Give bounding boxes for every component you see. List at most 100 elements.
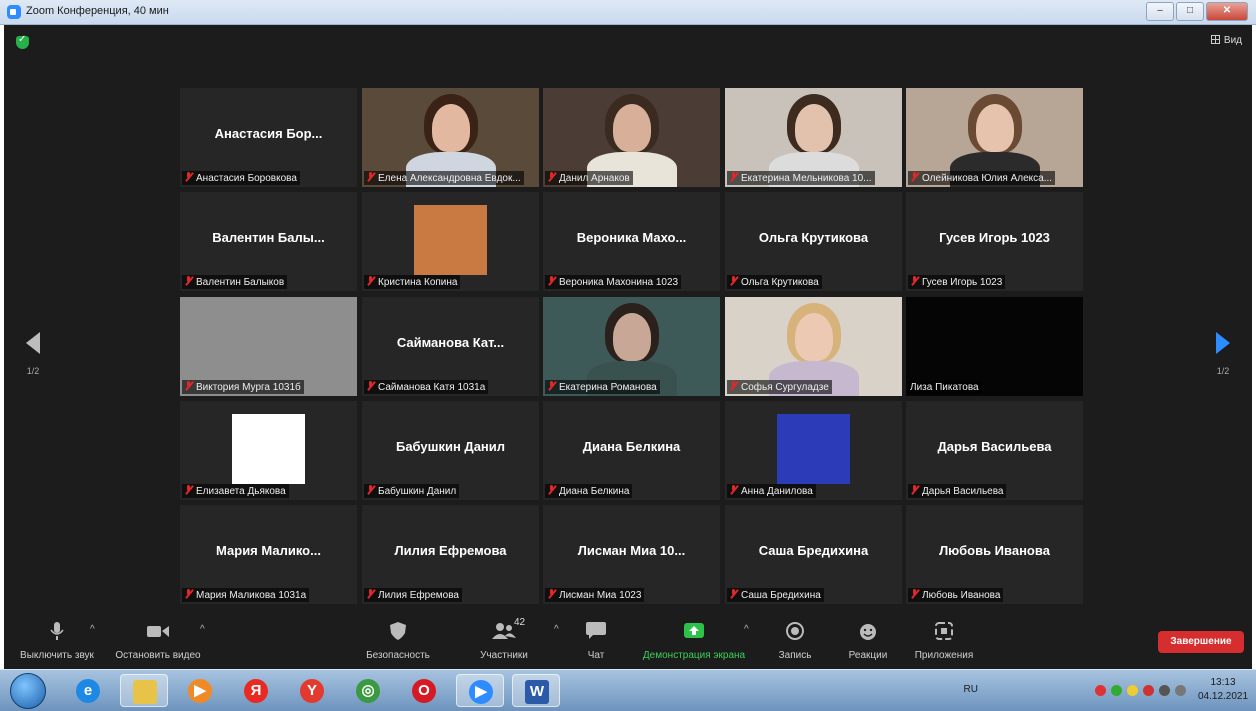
taskbar-app[interactable]: Y: [288, 674, 336, 707]
share-screen-icon: [684, 623, 704, 638]
chrome-icon: ◎: [356, 679, 380, 703]
share-screen-button[interactable]: Демонстрация экрана: [636, 616, 752, 661]
participant-tile[interactable]: Валентин Балы... Валентин Балыков: [180, 192, 357, 291]
participant-tile[interactable]: Лилия Ефремова Лилия Ефремова: [362, 505, 539, 604]
stop-video-button[interactable]: Остановить видео: [110, 616, 206, 661]
participant-display-name: Лилия Ефремова: [394, 543, 507, 558]
participant-tile[interactable]: Виктория Мурга 1031б: [180, 297, 357, 396]
participant-face: [613, 313, 651, 361]
participant-tile[interactable]: Любовь Иванова Любовь Иванова: [906, 505, 1083, 604]
update-tray-icon[interactable]: [1127, 685, 1138, 696]
participant-tile[interactable]: Ольга Крутикова Ольга Крутикова: [725, 192, 902, 291]
participant-tile[interactable]: Диана Белкина Диана Белкина: [543, 401, 720, 500]
participant-tile[interactable]: Саша Бредихина Саша Бредихина: [725, 505, 902, 604]
participant-tile[interactable]: Вероника Махо... Вероника Махонина 1023: [543, 192, 720, 291]
participant-name: Данил Арнаков: [559, 173, 630, 184]
mute-button[interactable]: Выключить звук: [12, 616, 102, 661]
participant-display-name: Сайманова Кат...: [396, 335, 505, 350]
taskbar-app[interactable]: Я: [232, 674, 280, 707]
taskbar-app[interactable]: O: [400, 674, 448, 707]
participant-display-name: Дарья Васильева: [937, 439, 1052, 454]
participant-tile[interactable]: Лисман Миа 10... Лисман Миа 1023: [543, 505, 720, 604]
participant-tile[interactable]: Елизавета Дьякова: [180, 401, 357, 500]
participant-tile[interactable]: Данил Арнаков: [543, 88, 720, 187]
reactions-button[interactable]: Реакции: [842, 616, 894, 661]
muted-mic-icon: [184, 589, 193, 599]
participant-tile[interactable]: Анна Данилова: [725, 401, 902, 500]
encryption-shield-icon[interactable]: [16, 34, 29, 49]
participant-name: Екатерина Мельникова 10...: [741, 173, 872, 184]
participant-tile[interactable]: Бабушкин Данил Бабушкин Данил: [362, 401, 539, 500]
participant-tile[interactable]: Мария Малико... Мария Маликова 1031а: [180, 505, 357, 604]
muted-mic-icon: [547, 172, 556, 182]
apps-label: Приложения: [914, 650, 974, 661]
muted-mic-icon: [910, 589, 919, 599]
stop-video-label: Остановить видео: [115, 650, 201, 661]
video-options-caret[interactable]: ^: [200, 624, 205, 635]
participant-name: Софья Сургуладзе: [741, 382, 829, 393]
prev-page-button[interactable]: 1/2: [18, 332, 48, 376]
battery-tray-icon[interactable]: [1159, 685, 1170, 696]
muted-mic-icon: [729, 172, 738, 182]
muted-mic-icon: [184, 381, 193, 391]
start-button[interactable]: [10, 673, 46, 709]
security-tray-icon[interactable]: [1111, 685, 1122, 696]
maximize-button[interactable]: □: [1176, 2, 1204, 21]
participant-face: [976, 104, 1014, 152]
participant-name-label: Валентин Балыков: [182, 275, 288, 289]
participant-name-label: Вероника Махонина 1023: [545, 275, 682, 289]
taskbar-app[interactable]: e: [64, 674, 112, 707]
taskbar-app[interactable]: [120, 674, 168, 707]
participant-name-label: Мария Маликова 1031а: [182, 588, 310, 602]
participant-tile[interactable]: Сайманова Кат... Сайманова Катя 1031а: [362, 297, 539, 396]
participant-name: Олейникова Юлия Алекса...: [922, 173, 1053, 184]
taskbar-app[interactable]: W: [512, 674, 560, 707]
view-button[interactable]: Вид: [1210, 35, 1242, 46]
audio-options-caret[interactable]: ^: [90, 624, 95, 635]
end-meeting-button[interactable]: Завершение: [1158, 631, 1244, 653]
participant-tile[interactable]: Екатерина Мельникова 10...: [725, 88, 902, 187]
taskbar-app[interactable]: ◎: [344, 674, 392, 707]
yandex-tray-icon[interactable]: [1095, 685, 1106, 696]
reactions-smiley-icon: [860, 624, 876, 640]
participant-display-name: Ольга Крутикова: [758, 230, 869, 245]
participant-tile[interactable]: Кристина Копина: [362, 192, 539, 291]
minimize-button[interactable]: –: [1146, 2, 1174, 21]
participant-name: Лилия Ефремова: [378, 590, 459, 601]
participant-tile[interactable]: Лиза Пикатова: [906, 297, 1083, 396]
participant-tile[interactable]: Анастасия Бор... Анастасия Боровкова: [180, 88, 357, 187]
volume-tray-icon[interactable]: [1175, 685, 1186, 696]
language-indicator[interactable]: RU: [964, 684, 978, 695]
participant-tile[interactable]: Софья Сургуладзе: [725, 297, 902, 396]
participant-tile[interactable]: Екатерина Романова: [543, 297, 720, 396]
participant-display-name: Анастасия Бор...: [214, 126, 323, 141]
share-options-caret[interactable]: ^: [744, 624, 749, 635]
yandex-icon: Я: [244, 679, 268, 703]
network-tray-icon[interactable]: [1143, 685, 1154, 696]
next-page-button[interactable]: 1/2: [1208, 332, 1238, 376]
muted-mic-icon: [366, 276, 375, 286]
participant-tile[interactable]: Олейникова Юлия Алекса...: [906, 88, 1083, 187]
security-label: Безопасность: [366, 650, 430, 661]
participant-tile[interactable]: Гусев Игорь 1023 Гусев Игорь 1023: [906, 192, 1083, 291]
participant-name-label: Диана Белкина: [545, 484, 633, 498]
participant-name: Сайманова Катя 1031а: [378, 382, 486, 393]
participant-tile[interactable]: Елена Александровна Евдок...: [362, 88, 539, 187]
share-screen-label: Демонстрация экрана: [642, 650, 746, 661]
apps-button[interactable]: Приложения: [906, 616, 982, 661]
participant-name-label: Ольга Крутикова: [727, 275, 822, 289]
participants-button[interactable]: Участники: [470, 616, 538, 661]
taskbar-app[interactable]: ▶: [176, 674, 224, 707]
close-button[interactable]: ✕: [1206, 2, 1248, 21]
system-clock[interactable]: 13:13 04.12.2021: [1198, 676, 1248, 704]
taskbar-app[interactable]: ▶: [456, 674, 504, 707]
participant-name-label: Саша Бредихина: [727, 588, 824, 602]
record-button[interactable]: Запись: [770, 616, 820, 661]
participant-tile[interactable]: Дарья Васильева Дарья Васильева: [906, 401, 1083, 500]
participants-caret[interactable]: ^: [554, 624, 559, 635]
muted-mic-icon: [729, 589, 738, 599]
participant-name-label: Анна Данилова: [727, 484, 816, 498]
security-button[interactable]: Безопасность: [360, 616, 436, 661]
chat-button[interactable]: Чат: [576, 616, 616, 661]
participant-name-label: Дарья Васильева: [908, 484, 1007, 498]
